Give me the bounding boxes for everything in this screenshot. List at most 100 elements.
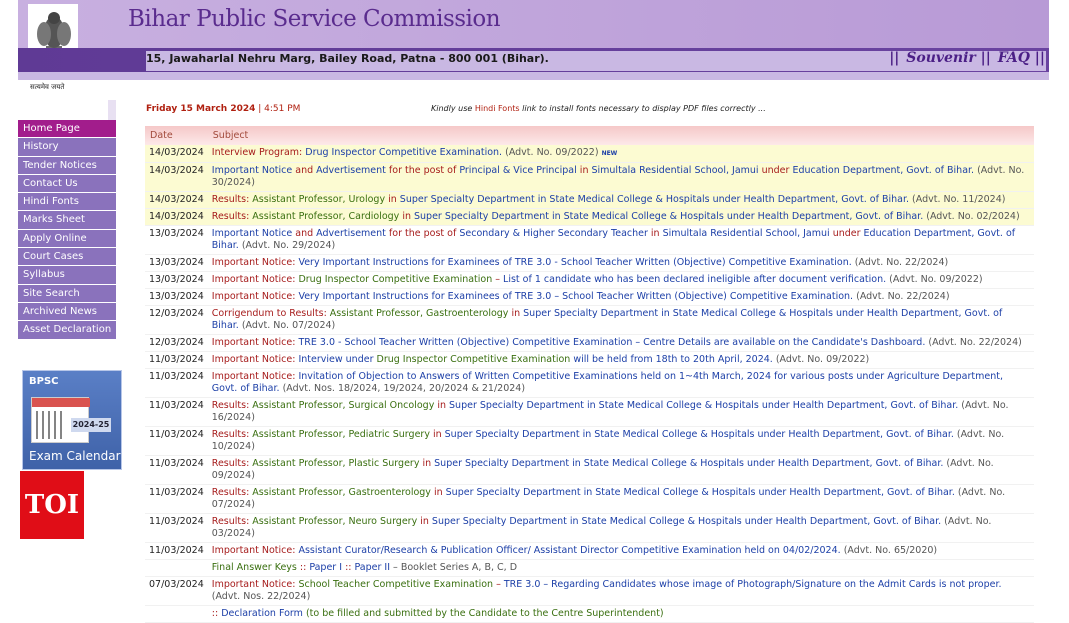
notice-subject[interactable]: Important Notice: Assistant Curator/Rese… [207,542,1034,560]
notice-link[interactable]: Declaration Form [221,608,303,619]
notice-link[interactable]: Drug Inspector Competitive Examination. [305,147,502,158]
notice-link[interactable]: Education Department, Govt. of Bihar. [792,165,974,176]
notice-link[interactable]: Super Specialty Department in State Medi… [432,516,941,527]
notice-link[interactable]: will be held from 18th to 20th April, 20… [570,354,773,365]
notice-date: 11/03/2024 [145,426,208,456]
table-row: 13/03/2024 Important Notice: Very Importa… [145,254,1034,272]
notice-text: and [292,165,317,176]
notice-subject[interactable]: Results: Assistant Professor, Neuro Surg… [207,513,1034,543]
notice-text: in [508,308,524,319]
site-title: Bihar Public Service Commission [128,6,501,32]
sidebar-item-syllabus[interactable]: Syllabus [18,266,116,285]
notice-subject[interactable]: Corrigendum to Results: Assistant Profes… [207,305,1034,335]
notice-link[interactable]: Secondary & Higher Secondary Teacher [459,228,648,239]
sidebar-item-court-cases[interactable]: Court Cases [18,248,116,267]
sidebar-item-site-search[interactable]: Site Search [18,284,116,303]
notice-subject[interactable]: Final Answer Keys :: Paper I :: Paper II… [207,559,1034,577]
notice-link[interactable]: Simultala Residential School, Jamui [591,165,758,176]
exam-calendar-banner[interactable]: BPSC 2024-25 Exam Calendar [22,370,122,470]
faq-link[interactable]: FAQ [998,50,1030,66]
notice-link[interactable]: Super Specialty Department in State Medi… [446,487,955,498]
notice-subject[interactable]: Interview Program: Drug Inspector Compet… [207,145,1034,163]
notice-subject[interactable]: Important Notice: Very Important Instruc… [207,288,1034,306]
notice-link[interactable]: Super Specialty Department in State Medi… [449,400,958,411]
notice-text: Results: [211,211,253,222]
notice-text: (Advt. No. 07/2024) [238,320,336,331]
notice-text: (Advt. Nos. 22/2024) [211,591,311,602]
notice-link[interactable]: Advertisement [316,228,386,239]
notice-link[interactable]: List of 1 candidate who has been declare… [503,274,886,285]
notice-link[interactable]: Paper I [309,562,342,573]
notice-text: in [385,194,400,205]
sidebar-item-marks-sheet[interactable]: Marks Sheet [18,211,116,230]
table-row: 11/03/2024 Important Notice: Interview un… [145,351,1034,369]
notice-text: in [576,165,592,176]
table-row: Final Answer Keys :: Paper I :: Paper II… [145,559,1034,577]
notice-text: Corrigendum to Results: [211,308,330,319]
notice-link[interactable]: Super Specialty Department in State Medi… [400,194,909,205]
sidebar-item-asset-declaration[interactable]: Asset Declaration [18,321,116,340]
notice-date: 13/03/2024 [145,271,208,289]
notice-link[interactable]: TRE 3.0 - School Teacher Written (Object… [298,337,925,348]
notice-link[interactable]: Simultala Residential School, Jamui [663,228,830,239]
notice-link[interactable]: Important Notice [212,165,292,176]
notice-subject[interactable]: Results: Assistant Professor, Plastic Su… [207,455,1034,485]
notice-subject[interactable]: Results: Assistant Professor, Surgical O… [207,397,1034,427]
notice-text: Assistant Professor, Plastic Surgery [252,458,420,469]
notice-text: (Advt. No. 29/2024) [238,240,336,251]
notice-link[interactable]: TRE 3.0 – Regarding Candidates whose ima… [504,579,1002,590]
sidebar-item-tender-notices[interactable]: Tender Notices [18,156,116,175]
notice-subject[interactable]: Important Notice: TRE 3.0 - School Teach… [207,334,1034,352]
notice-subject[interactable]: Results: Assistant Professor, Gastroente… [207,484,1034,514]
notice-link[interactable]: Important Notice [212,228,292,239]
sidebar-item-contact-us[interactable]: Contact Us [18,174,116,194]
notice-link[interactable]: Paper II [355,562,391,573]
notice-text: (Advt. No. 11/2024) [909,194,1006,205]
sidebar-item-apply-online[interactable]: Apply Online [18,229,116,249]
sidebar-item-archived-news[interactable]: Archived News [18,302,116,322]
sidebar-item-hindi-fonts[interactable]: Hindi Fonts [18,193,116,212]
notice-text: School Teacher Competitive Examination [298,579,494,590]
notice-link[interactable]: Principal & Vice Principal [459,165,576,176]
notice-text: Important Notice: [211,371,299,382]
notice-text: Results: [211,487,253,498]
notice-text: Interview Program: [211,147,306,158]
notice-subject[interactable]: :: Declaration Form (to be filled and su… [207,605,1034,623]
notice-link[interactable]: Super Specialty Department in State Medi… [434,458,943,469]
notice-link[interactable]: Interview under [298,354,376,365]
notice-date: 11/03/2024 [145,542,208,560]
notice-subject[interactable]: Important Notice and Advertisement for t… [207,225,1034,255]
notice-text: Important Notice: [211,257,299,268]
notice-link[interactable]: Advertisement [316,165,386,176]
notice-subject[interactable]: Important Notice: Drug Inspector Competi… [207,271,1034,289]
notice-link[interactable]: Assistant Curator/Research & Publication… [298,545,840,556]
notice-text: for the post of [385,165,460,176]
souvenir-link[interactable]: Souvenir [906,50,976,66]
notice-date: 12/03/2024 [145,305,208,335]
notice-link[interactable]: Super Specialty Department in State Medi… [414,211,923,222]
notice-subject[interactable]: Important Notice: Invitation of Objectio… [207,368,1034,398]
notice-text: Results: [211,400,253,411]
notice-text: Drug Inspector Competitive Examination [376,354,571,365]
sidebar-item-home-page[interactable]: Home Page [18,120,116,139]
notice-date: 13/03/2024 [145,225,208,255]
notice-subject[interactable]: Important Notice: Interview under Drug I… [207,351,1034,369]
notice-link[interactable]: Very Important Instructions for Examinee… [298,257,851,268]
notice-subject[interactable]: Important Notice: Very Important Instruc… [207,254,1034,272]
notice-subject[interactable]: Results: Assistant Professor, Cardiology… [207,208,1034,226]
notice-subject[interactable]: Important Notice and Advertisement for t… [207,162,1034,192]
address-underline [18,72,1049,80]
sidebar-item-history[interactable]: History [18,138,116,157]
notice-subject[interactable]: Results: Assistant Professor, Urology in… [207,191,1034,209]
notice-text: NEW [601,150,618,157]
notice-link[interactable]: Super Specialty Department in State Medi… [445,429,954,440]
table-row: 11/03/2024 Results: Assistant Professor, … [145,455,1034,485]
notice-date: 07/03/2024 [145,576,208,606]
notice-subject[interactable]: Important Notice: School Teacher Competi… [207,576,1034,606]
hindi-fonts-link[interactable]: Hindi Fonts [475,104,520,113]
notice-text: Drug Inspector Competitive Examination [298,274,493,285]
table-row: 12/03/2024 Important Notice: TRE 3.0 - Sc… [145,334,1034,352]
notice-link[interactable]: Very Important Instructions for Examinee… [298,291,853,302]
notice-text: Assistant Professor, Neuro Surgery [252,516,418,527]
notice-subject[interactable]: Results: Assistant Professor, Pediatric … [207,426,1034,456]
